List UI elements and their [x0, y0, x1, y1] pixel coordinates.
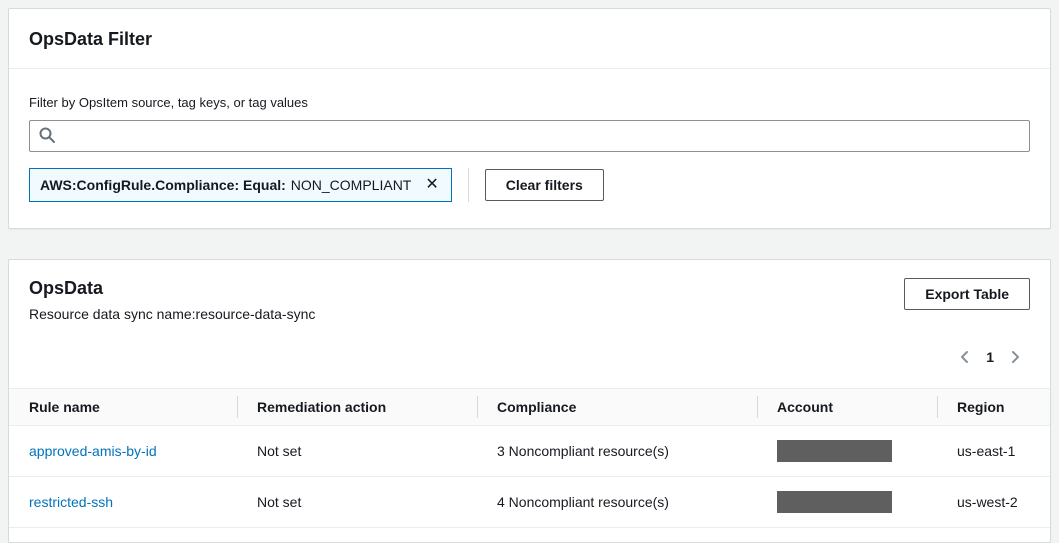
applied-filters-row: AWS:ConfigRule.Compliance: Equal: NON_CO…: [29, 168, 1030, 202]
rule-name-link[interactable]: approved-amis-by-id: [29, 443, 157, 459]
filter-card-header: OpsData Filter: [9, 9, 1050, 69]
account-cell: [757, 425, 937, 477]
opsdata-title: OpsData: [29, 278, 104, 298]
pagination: 1: [9, 322, 1050, 366]
filter-by-label: Filter by OpsItem source, tag keys, or t…: [29, 95, 308, 110]
region-cell: us-east-1: [937, 425, 1050, 477]
account-cell: [757, 476, 937, 528]
opsdata-card-header: OpsData Resource data sync name:resource…: [9, 260, 1050, 322]
remediation-action-cell: Not set: [237, 476, 477, 528]
pagination-prev-icon[interactable]: [956, 348, 974, 366]
opsdata-table: Rule name Remediation action Compliance …: [9, 388, 1050, 528]
table-header-row: Rule name Remediation action Compliance …: [9, 388, 1050, 426]
rule-name-cell: restricted-ssh: [9, 476, 237, 528]
column-header-compliance: Compliance: [477, 388, 757, 426]
column-header-remediation-action: Remediation action: [237, 388, 477, 426]
opsdata-card: OpsData Resource data sync name:resource…: [8, 259, 1051, 543]
chip-close-icon[interactable]: ✕: [423, 177, 440, 193]
compliance-cell: 3 Noncompliant resource(s): [477, 425, 757, 477]
rule-name-link[interactable]: restricted-ssh: [29, 494, 113, 510]
table-row: approved-amis-by-id Not set 3 Noncomplia…: [9, 425, 1050, 477]
clear-filters-button[interactable]: Clear filters: [484, 169, 604, 201]
filter-chip-key: AWS:ConfigRule.Compliance: Equal:: [40, 177, 286, 193]
vertical-divider: [467, 168, 469, 202]
column-header-region: Region: [937, 388, 1050, 426]
opsdata-heading-group: OpsData Resource data sync name:resource…: [29, 278, 315, 322]
remediation-action-cell: Not set: [237, 425, 477, 477]
column-header-account: Account: [757, 388, 937, 426]
filter-card-title: OpsData Filter: [29, 29, 153, 49]
pagination-current-page[interactable]: 1: [986, 349, 994, 365]
filter-chip-value: NON_COMPLIANT: [290, 177, 412, 193]
search-icon: [39, 127, 55, 143]
compliance-cell: 4 Noncompliant resource(s): [477, 476, 757, 528]
pagination-next-icon[interactable]: [1006, 348, 1024, 366]
opsdata-subtitle: Resource data sync name:resource-data-sy…: [29, 306, 316, 322]
opsdata-filter-card: OpsData Filter Filter by OpsItem source,…: [8, 8, 1051, 229]
redacted-account-value: [777, 491, 892, 513]
table-row: restricted-ssh Not set 4 Noncompliant re…: [9, 476, 1050, 528]
filter-chip: AWS:ConfigRule.Compliance: Equal: NON_CO…: [29, 168, 452, 202]
region-cell: us-west-2: [937, 476, 1050, 528]
rule-name-cell: approved-amis-by-id: [9, 425, 237, 477]
page: { "colors": { "page_background": "#f2f3f…: [0, 8, 1059, 543]
filter-search-input[interactable]: [29, 120, 1030, 152]
column-header-rule-name: Rule name: [9, 388, 237, 426]
search-box: [29, 120, 1030, 152]
export-table-button[interactable]: Export Table: [904, 278, 1030, 310]
filter-card-body: Filter by OpsItem source, tag keys, or t…: [9, 69, 1050, 228]
redacted-account-value: [777, 440, 892, 462]
